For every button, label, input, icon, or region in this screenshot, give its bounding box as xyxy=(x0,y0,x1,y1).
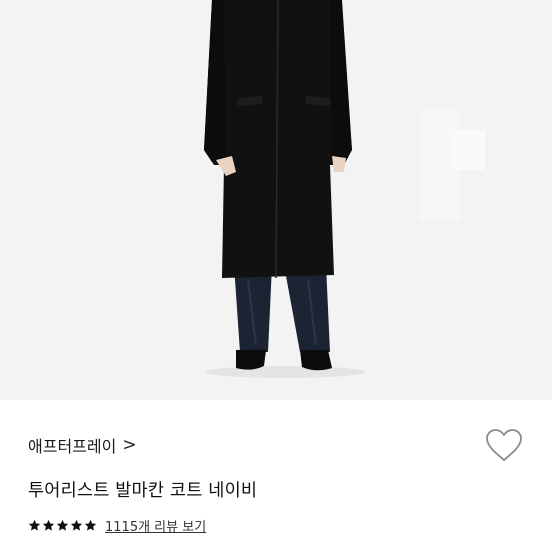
star-icon xyxy=(56,519,69,531)
model-in-coat-image xyxy=(0,0,552,400)
review-count-link[interactable]: 1115개 리뷰 보기 xyxy=(105,516,206,535)
product-info: 애프터프레이 > 투어리스트 발마칸 코트 네이비 1115개 리뷰 보기 xyxy=(0,400,552,552)
brand-name: 애프터프레이 xyxy=(28,437,117,456)
star-icon xyxy=(28,519,41,531)
chevron-right-icon: > xyxy=(122,434,137,455)
star-icon xyxy=(42,519,55,531)
rating-row: 1115개 리뷰 보기 xyxy=(28,516,206,535)
wishlist-button[interactable] xyxy=(485,428,523,464)
rating-stars xyxy=(28,519,97,532)
product-image[interactable] xyxy=(0,0,552,400)
star-icon xyxy=(84,519,97,531)
brand-link[interactable]: 애프터프레이 > xyxy=(28,433,137,457)
star-icon xyxy=(70,519,83,531)
heart-outline-icon xyxy=(486,429,522,461)
product-title: 투어리스트 발마칸 코트 네이비 xyxy=(28,481,258,501)
